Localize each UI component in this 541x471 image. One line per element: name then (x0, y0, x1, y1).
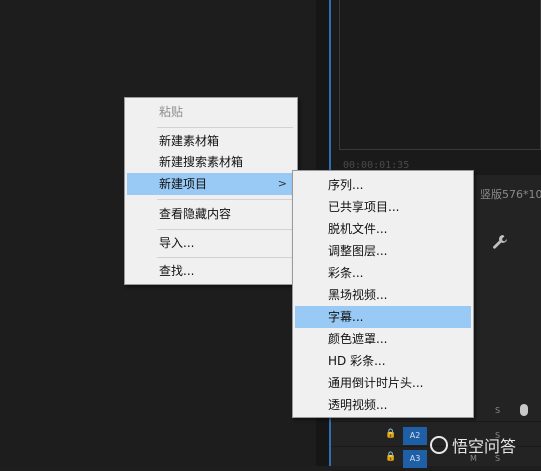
submenu-item-title[interactable]: 字幕... (295, 306, 471, 328)
submenu-item-black-video[interactable]: 黑场视频... (295, 284, 471, 306)
menu-item-new-item[interactable]: 新建项目 > (127, 173, 295, 195)
menu-item-view-hidden[interactable]: 查看隐藏内容 (127, 203, 295, 225)
submenu-item-countdown-leader[interactable]: 通用倒计时片头... (295, 372, 471, 394)
sequence-tab-title[interactable]: 竖版576*102 (480, 186, 541, 202)
context-menu: 粘贴 新建素材箱 新建搜索素材箱 新建项目 > 查看隐藏内容 导入... 查找.… (124, 97, 298, 285)
menu-separator (157, 127, 293, 128)
program-monitor (331, 0, 541, 175)
menu-separator (157, 257, 293, 258)
menu-item-paste[interactable]: 粘贴 (127, 101, 295, 123)
menu-item-find[interactable]: 查找... (127, 260, 295, 282)
submenu-item-offline-file[interactable]: 脱机文件... (295, 218, 471, 240)
lock-icon[interactable]: 🔒 (385, 429, 396, 439)
watermark-text: 悟空问答 (452, 437, 517, 456)
watermark: 悟空问答 (430, 433, 516, 457)
submenu-item-transparent-video[interactable]: 透明视频... (295, 394, 471, 416)
submenu-item-adjustment-layer[interactable]: 调整图层... (295, 240, 471, 262)
menu-item-label: 新建项目 (159, 177, 208, 191)
menu-item-import[interactable]: 导入... (127, 232, 295, 254)
track-label-a3[interactable]: A3 (403, 450, 427, 468)
lock-icon[interactable]: 🔒 (385, 452, 396, 462)
mic-icon[interactable] (520, 404, 528, 416)
wrench-icon[interactable] (492, 234, 508, 250)
submenu-item-sequence[interactable]: 序列... (295, 174, 471, 196)
submenu-item-hd-bars[interactable]: HD 彩条... (295, 350, 471, 372)
solo-toggle[interactable]: S (495, 406, 500, 415)
submenu-item-bars-tone[interactable]: 彩条... (295, 262, 471, 284)
submenu-item-color-matte[interactable]: 颜色遮罩... (295, 328, 471, 350)
submenu-arrow-icon: > (277, 177, 287, 190)
menu-separator (157, 229, 293, 230)
track-label-a2[interactable]: A2 (403, 427, 427, 445)
menu-item-new-search-bin[interactable]: 新建搜索素材箱 (127, 151, 295, 173)
menu-item-new-bin[interactable]: 新建素材箱 (127, 130, 295, 152)
new-item-submenu: 序列... 已共享项目... 脱机文件... 调整图层... 彩条... 黑场视… (292, 170, 474, 418)
menu-separator (157, 199, 293, 200)
submenu-item-shared-project[interactable]: 已共享项目... (295, 196, 471, 218)
wukong-logo-icon (430, 436, 448, 454)
monitor-frame (339, 0, 541, 150)
